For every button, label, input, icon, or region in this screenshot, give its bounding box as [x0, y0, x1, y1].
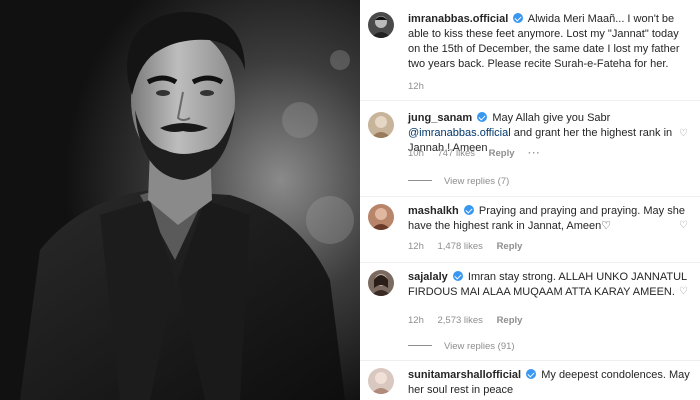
comment-username[interactable]: mashalkh	[408, 205, 459, 217]
post-time[interactable]: 12h	[408, 81, 424, 92]
comment-likes[interactable]: 2,573 likes	[438, 315, 483, 326]
post-meta: 12h	[408, 81, 435, 92]
verified-badge-icon	[463, 205, 474, 215]
mention-link[interactable]: @imranabbas.official	[408, 127, 511, 139]
comment-mashalkh: mashalkh Praying and praying and praying…	[360, 198, 700, 264]
comment-username[interactable]: sajalaly	[408, 271, 448, 283]
comment-username[interactable]: sunitamarshallofficial	[408, 369, 521, 381]
divider	[360, 196, 700, 197]
avatar[interactable]	[368, 112, 394, 138]
verified-badge-icon	[452, 271, 463, 281]
heart-icon[interactable]: ♡	[679, 128, 688, 139]
comment-text: Imran stay strong. ALLAH UNKO JANNATUL F…	[408, 271, 687, 298]
avatar[interactable]	[368, 204, 394, 230]
view-replies-label: View replies (91)	[444, 341, 515, 352]
comments-panel: imranabbas.official Alwida Meri Maañ... …	[360, 0, 700, 400]
avatar[interactable]	[368, 12, 394, 38]
view-replies-button[interactable]: View replies (7)	[408, 176, 509, 187]
instagram-post-screenshot: imranabbas.official Alwida Meri Maañ... …	[0, 0, 700, 400]
comment-text: May Allah give you Sabr	[492, 112, 611, 124]
post-author-username[interactable]: imranabbas.official	[408, 13, 508, 25]
view-replies-line	[408, 180, 432, 181]
comment-time[interactable]: 12h	[408, 241, 424, 252]
comment-time[interactable]: 12h	[408, 315, 424, 326]
divider	[360, 360, 700, 361]
view-replies-line	[408, 345, 432, 346]
more-options-icon[interactable]: ···	[528, 148, 541, 159]
reply-button[interactable]: Reply	[497, 241, 523, 252]
comment-likes[interactable]: 1,478 likes	[438, 241, 483, 252]
comment-meta: 12h 1,478 likes Reply	[408, 241, 533, 252]
comment-username[interactable]: jung_sanam	[408, 112, 472, 124]
comment-time[interactable]: 10h	[408, 148, 424, 159]
verified-badge-icon	[513, 13, 524, 23]
comment-meta: 10h 747 likes Reply ···	[408, 148, 552, 159]
post-photo	[0, 0, 360, 400]
comment-likes[interactable]: 747 likes	[438, 148, 476, 159]
post-caption: imranabbas.official Alwida Meri Maañ... …	[360, 0, 700, 95]
comment-sunitamarshallofficial: sunitamarshallofficial My deepest condol…	[360, 362, 700, 400]
verified-badge-icon	[526, 369, 537, 379]
reply-button[interactable]: Reply	[497, 315, 523, 326]
divider	[360, 262, 700, 263]
comment-sajalaly: sajalaly Imran stay strong. ALLAH UNKO J…	[360, 264, 700, 358]
avatar[interactable]	[368, 270, 394, 296]
view-replies-button[interactable]: View replies (91)	[408, 341, 515, 352]
portrait-illustration	[0, 0, 360, 400]
verified-badge-icon	[477, 112, 488, 122]
view-replies-label: View replies (7)	[444, 176, 510, 187]
heart-icon[interactable]: ♡	[679, 286, 688, 297]
heart-icon[interactable]: ♡	[679, 220, 688, 231]
divider	[360, 100, 700, 101]
reply-button[interactable]: Reply	[489, 148, 515, 159]
comment-jung-sanam: jung_sanam May Allah give you Sabr @imra…	[360, 104, 700, 194]
avatar[interactable]	[368, 368, 394, 394]
comment-meta: 12h 2,573 likes Reply	[408, 315, 533, 326]
